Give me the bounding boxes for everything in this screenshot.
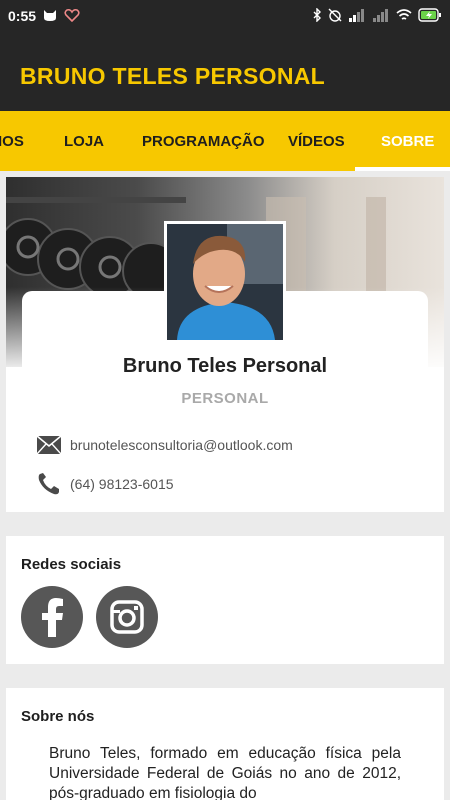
profile-role: PERSONAL <box>181 390 269 407</box>
facebook-icon <box>42 598 63 637</box>
heart-pulse-icon <box>64 8 80 22</box>
active-tab-indicator <box>355 167 450 171</box>
profile-card: Bruno Teles Personal PERSONAL brunoteles… <box>6 177 444 512</box>
status-bar: 0:55 <box>0 0 450 32</box>
instagram-button[interactable] <box>96 586 158 648</box>
about-title: Sobre nós <box>21 708 95 725</box>
phone-icon <box>38 473 59 495</box>
app-bar: BRUNO TELES PERSONAL <box>0 32 450 111</box>
wifi-icon <box>396 9 412 20</box>
profile-photo <box>167 224 283 340</box>
app-title: BRUNO TELES PERSONAL <box>20 63 326 89</box>
battery-charging-icon <box>418 8 441 22</box>
avatar[interactable] <box>164 221 286 343</box>
tab-bar: IOS LOJA PROGRAMAÇÃO VÍDEOS SOBRE <box>0 111 450 171</box>
status-time: 0:55 <box>8 8 37 24</box>
signal-2-icon <box>373 9 388 22</box>
social-card: Redes sociais <box>6 536 444 664</box>
instagram-icon <box>110 600 144 634</box>
tab-loja[interactable]: LOJA <box>64 133 104 150</box>
tab-videos[interactable]: VÍDEOS <box>288 133 345 150</box>
alarm-off-icon <box>328 8 342 22</box>
phone-text[interactable]: (64) 98123-6015 <box>70 476 174 492</box>
about-text: Bruno Teles, formado em educação física … <box>49 745 401 800</box>
facebook-button[interactable] <box>21 586 83 648</box>
tab-sobre[interactable]: SOBRE <box>381 133 434 150</box>
tab-ios[interactable]: IOS <box>0 133 24 150</box>
email-text[interactable]: brunotelesconsultoria@outlook.com <box>70 437 293 453</box>
cat-icon <box>44 10 56 21</box>
email-row[interactable]: brunotelesconsultoria@outlook.com <box>36 435 293 455</box>
about-card: Sobre nós Bruno Teles, formado em educaç… <box>6 688 444 800</box>
tab-programacao[interactable]: PROGRAMAÇÃO <box>142 133 265 150</box>
social-title: Redes sociais <box>21 556 122 573</box>
phone-row[interactable]: (64) 98123-6015 <box>36 472 174 496</box>
email-icon <box>36 435 62 455</box>
profile-name: Bruno Teles Personal <box>122 355 328 377</box>
signal-icon <box>349 9 364 22</box>
bluetooth-icon <box>313 8 321 22</box>
